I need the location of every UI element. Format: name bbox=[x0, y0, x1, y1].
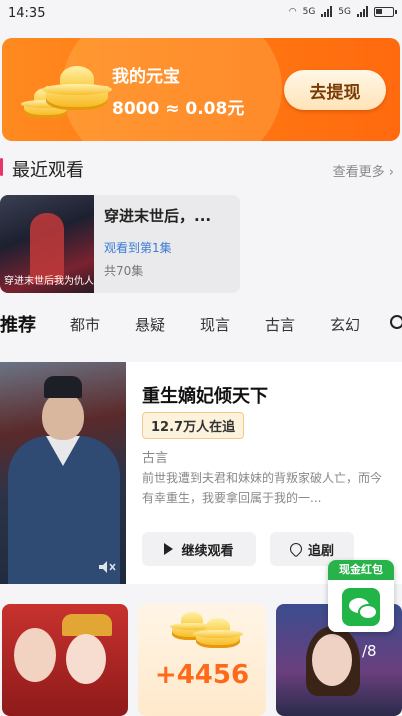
ingot-value: 8000 ≈ 0.08元 bbox=[112, 99, 245, 119]
ingot-balance-card[interactable]: 我的元宝 8000 ≈ 0.08元 去提现 bbox=[2, 38, 400, 141]
featured-title: 重生嫡妃倾天下 bbox=[142, 386, 268, 407]
play-icon bbox=[164, 543, 174, 555]
category-tabs: 推荐 都市 悬疑 现言 古言 玄幻 bbox=[0, 306, 402, 342]
withdraw-button[interactable]: 去提现 bbox=[284, 70, 386, 110]
gold-ingot-icon-large bbox=[42, 66, 112, 110]
ingot-reward-card[interactable]: +4456 bbox=[138, 604, 266, 716]
recent-item-episode: 观看到第1集 bbox=[104, 241, 172, 255]
status-icons: ◠ 5G 5G bbox=[288, 6, 397, 17]
recent-poster: 穿进末世后我为仇人 bbox=[0, 195, 94, 293]
featured-poster[interactable] bbox=[0, 362, 126, 584]
section-accent-bar bbox=[0, 158, 3, 176]
tab-recommend[interactable]: 推荐 bbox=[0, 311, 36, 337]
tab-ancient-romance[interactable]: 古言 bbox=[265, 314, 295, 335]
view-more-link[interactable]: 查看更多 › bbox=[333, 161, 394, 180]
battery-icon bbox=[374, 6, 397, 17]
tab-modern-romance[interactable]: 现言 bbox=[200, 314, 230, 335]
poster-text: 穿进末世后我为仇人 bbox=[4, 276, 94, 287]
ingot-title: 我的元宝 bbox=[112, 67, 180, 87]
cash-red-packet-button[interactable]: 现金红包 bbox=[328, 560, 394, 632]
recent-item-count: 共70集 bbox=[104, 264, 144, 278]
tab-urban[interactable]: 都市 bbox=[70, 314, 100, 335]
thumbnail-number: /8 bbox=[362, 642, 377, 660]
signal-icon bbox=[321, 6, 333, 17]
followers-badge: 12.7万人在追 bbox=[142, 412, 245, 439]
follow-drama-label: 追剧 bbox=[307, 543, 334, 559]
tab-fantasy[interactable]: 玄幻 bbox=[330, 314, 360, 335]
wechat-icon bbox=[342, 588, 380, 626]
view-more-label: 查看更多 bbox=[332, 165, 385, 180]
reward-value: +4456 bbox=[154, 660, 250, 690]
mute-icon[interactable] bbox=[98, 560, 116, 574]
tab-suspense[interactable]: 悬疑 bbox=[135, 314, 165, 335]
status-time: 14:35 bbox=[8, 6, 46, 21]
featured-drama-card[interactable]: 重生嫡妃倾天下 12.7万人在追 古言 前世我遭到夫君和妹妹的背叛家破人亡，而今… bbox=[0, 362, 402, 584]
status-bar: 14:35 ◠ 5G 5G bbox=[0, 0, 402, 30]
red-packet-label: 现金红包 bbox=[328, 560, 394, 580]
signal-2-label: 5G bbox=[338, 6, 351, 17]
signal-1-label: 5G bbox=[302, 6, 316, 17]
featured-genre: 古言 bbox=[142, 451, 169, 466]
recent-item-title: 穿进末世后，... bbox=[104, 207, 212, 225]
signal-icon-2 bbox=[357, 6, 368, 17]
continue-watching-label: 继续观看 bbox=[181, 543, 234, 559]
heart-icon bbox=[287, 540, 305, 558]
continue-watching-button[interactable]: 继续观看 bbox=[142, 532, 256, 566]
search-icon[interactable] bbox=[390, 315, 402, 329]
wifi-icon: ◠ bbox=[288, 6, 297, 17]
gold-ingot-icon-reward-2 bbox=[193, 618, 243, 648]
recent-item-card[interactable]: 穿进末世后我为仇人 穿进末世后，... 观看到第1集 共70集 bbox=[0, 195, 240, 293]
chevron-right-icon: › bbox=[388, 165, 394, 180]
featured-description: 前世我遭到夫君和妹妹的背叛家破人亡，而今有幸重生，我要拿回属于我的一... bbox=[142, 471, 383, 505]
recent-section-title: 最近观看 bbox=[12, 160, 84, 181]
drama-thumbnail-1[interactable] bbox=[2, 604, 128, 716]
